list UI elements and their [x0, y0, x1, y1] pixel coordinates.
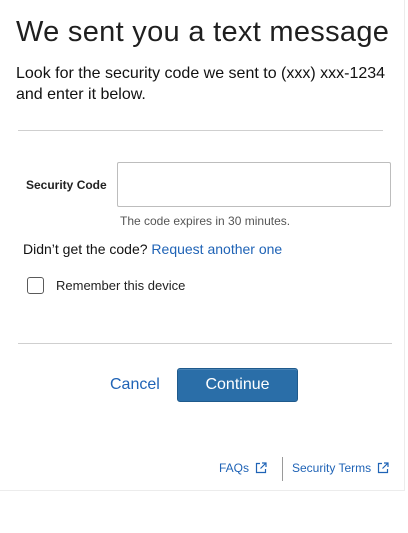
cancel-button[interactable]: Cancel — [110, 376, 160, 394]
resend-row: Didn’t get the code? Request another one — [23, 241, 282, 257]
instruction-text: Look for the security code we sent to (x… — [16, 65, 386, 103]
verification-card: We sent you a text message Look for the … — [0, 0, 405, 491]
remember-device-row[interactable]: Remember this device — [27, 277, 185, 294]
security-code-label: Security Code — [26, 178, 107, 192]
security-terms-link-label[interactable]: Security Terms — [292, 461, 371, 475]
footer-separator — [282, 457, 283, 481]
security-code-input[interactable] — [117, 162, 391, 207]
resend-prompt: Didn’t get the code? — [23, 241, 148, 257]
code-expiry-hint: The code expires in 30 minutes. — [120, 214, 291, 228]
security-terms-link[interactable]: Security Terms — [292, 461, 389, 475]
faqs-link-label[interactable]: FAQs — [219, 461, 249, 475]
divider — [18, 343, 392, 344]
remember-device-checkbox[interactable] — [27, 277, 44, 294]
divider — [18, 130, 383, 131]
external-link-icon — [378, 462, 389, 474]
external-link-icon — [255, 462, 267, 474]
continue-button[interactable]: Continue — [177, 368, 298, 402]
page-title: We sent you a text message — [16, 16, 390, 48]
remember-device-label[interactable]: Remember this device — [56, 278, 185, 293]
faqs-link[interactable]: FAQs — [219, 461, 267, 475]
request-another-code-link[interactable]: Request another one — [151, 241, 282, 257]
